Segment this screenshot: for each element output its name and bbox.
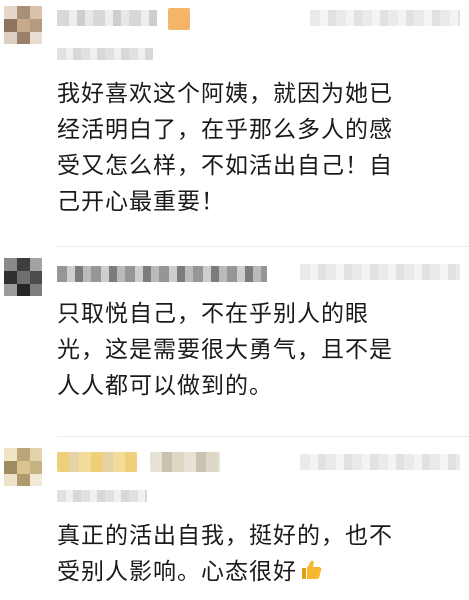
comment-feed: { "comments": [ { "lines": [ "我好喜欢这个阿姨，就… <box>0 0 469 600</box>
username-blurred[interactable] <box>57 452 137 472</box>
comment-item: 我好喜欢这个阿姨，就因为她已 经活明白了，在乎那么多人的感 受又怎么样，不如活出… <box>0 0 469 230</box>
avatar-blurred-image <box>4 258 42 296</box>
comment-divider <box>57 436 469 437</box>
comment-line: 受又怎么样，不如活出自己！自 <box>57 153 393 179</box>
avatar-blurred-image <box>4 6 42 44</box>
likes-blurred <box>300 454 460 470</box>
meta-blurred <box>57 48 153 60</box>
comment-text: 只取悦自己，不在乎别人的眼 光，这是需要很大勇气，且不是 人人都可以做到的。 <box>57 296 462 404</box>
avatar-blurred-image <box>4 448 42 486</box>
comment-line: 真正的活出自我，挺好的，也不 <box>57 523 393 549</box>
thumbs-up-icon <box>300 557 324 581</box>
username-blurred[interactable] <box>57 266 267 282</box>
comment-line: 经活明白了，在乎那么多人的感 <box>57 117 393 143</box>
badge-blurred <box>150 452 220 472</box>
likes-blurred <box>310 10 460 26</box>
likes-blurred <box>300 264 460 280</box>
comment-item: 真正的活出自我，挺好的，也不 受别人影响。心态很好 <box>0 440 469 600</box>
avatar[interactable] <box>4 258 42 296</box>
comment-line: 光，这是需要很大勇气，且不是 <box>57 337 393 363</box>
comment-line: 受别人影响。心态很好 <box>57 559 297 585</box>
comment-text: 真正的活出自我，挺好的，也不 受别人影响。心态很好 <box>57 518 462 590</box>
comment-line: 人人都可以做到的。 <box>57 373 273 399</box>
comment-item: 只取悦自己，不在乎别人的眼 光，这是需要很大勇气，且不是 人人都可以做到的。 <box>0 250 469 430</box>
username-blurred[interactable] <box>57 10 157 26</box>
avatar[interactable] <box>4 6 42 44</box>
badge-blurred <box>168 8 190 30</box>
comment-line: 我好喜欢这个阿姨，就因为她已 <box>57 81 393 107</box>
avatar[interactable] <box>4 448 42 486</box>
comment-text: 我好喜欢这个阿姨，就因为她已 经活明白了，在乎那么多人的感 受又怎么样，不如活出… <box>57 76 462 220</box>
comment-line: 己开心最重要！ <box>57 189 225 215</box>
comment-line: 只取悦自己，不在乎别人的眼 <box>57 301 369 327</box>
comment-divider <box>57 246 469 247</box>
meta-blurred <box>57 490 147 502</box>
